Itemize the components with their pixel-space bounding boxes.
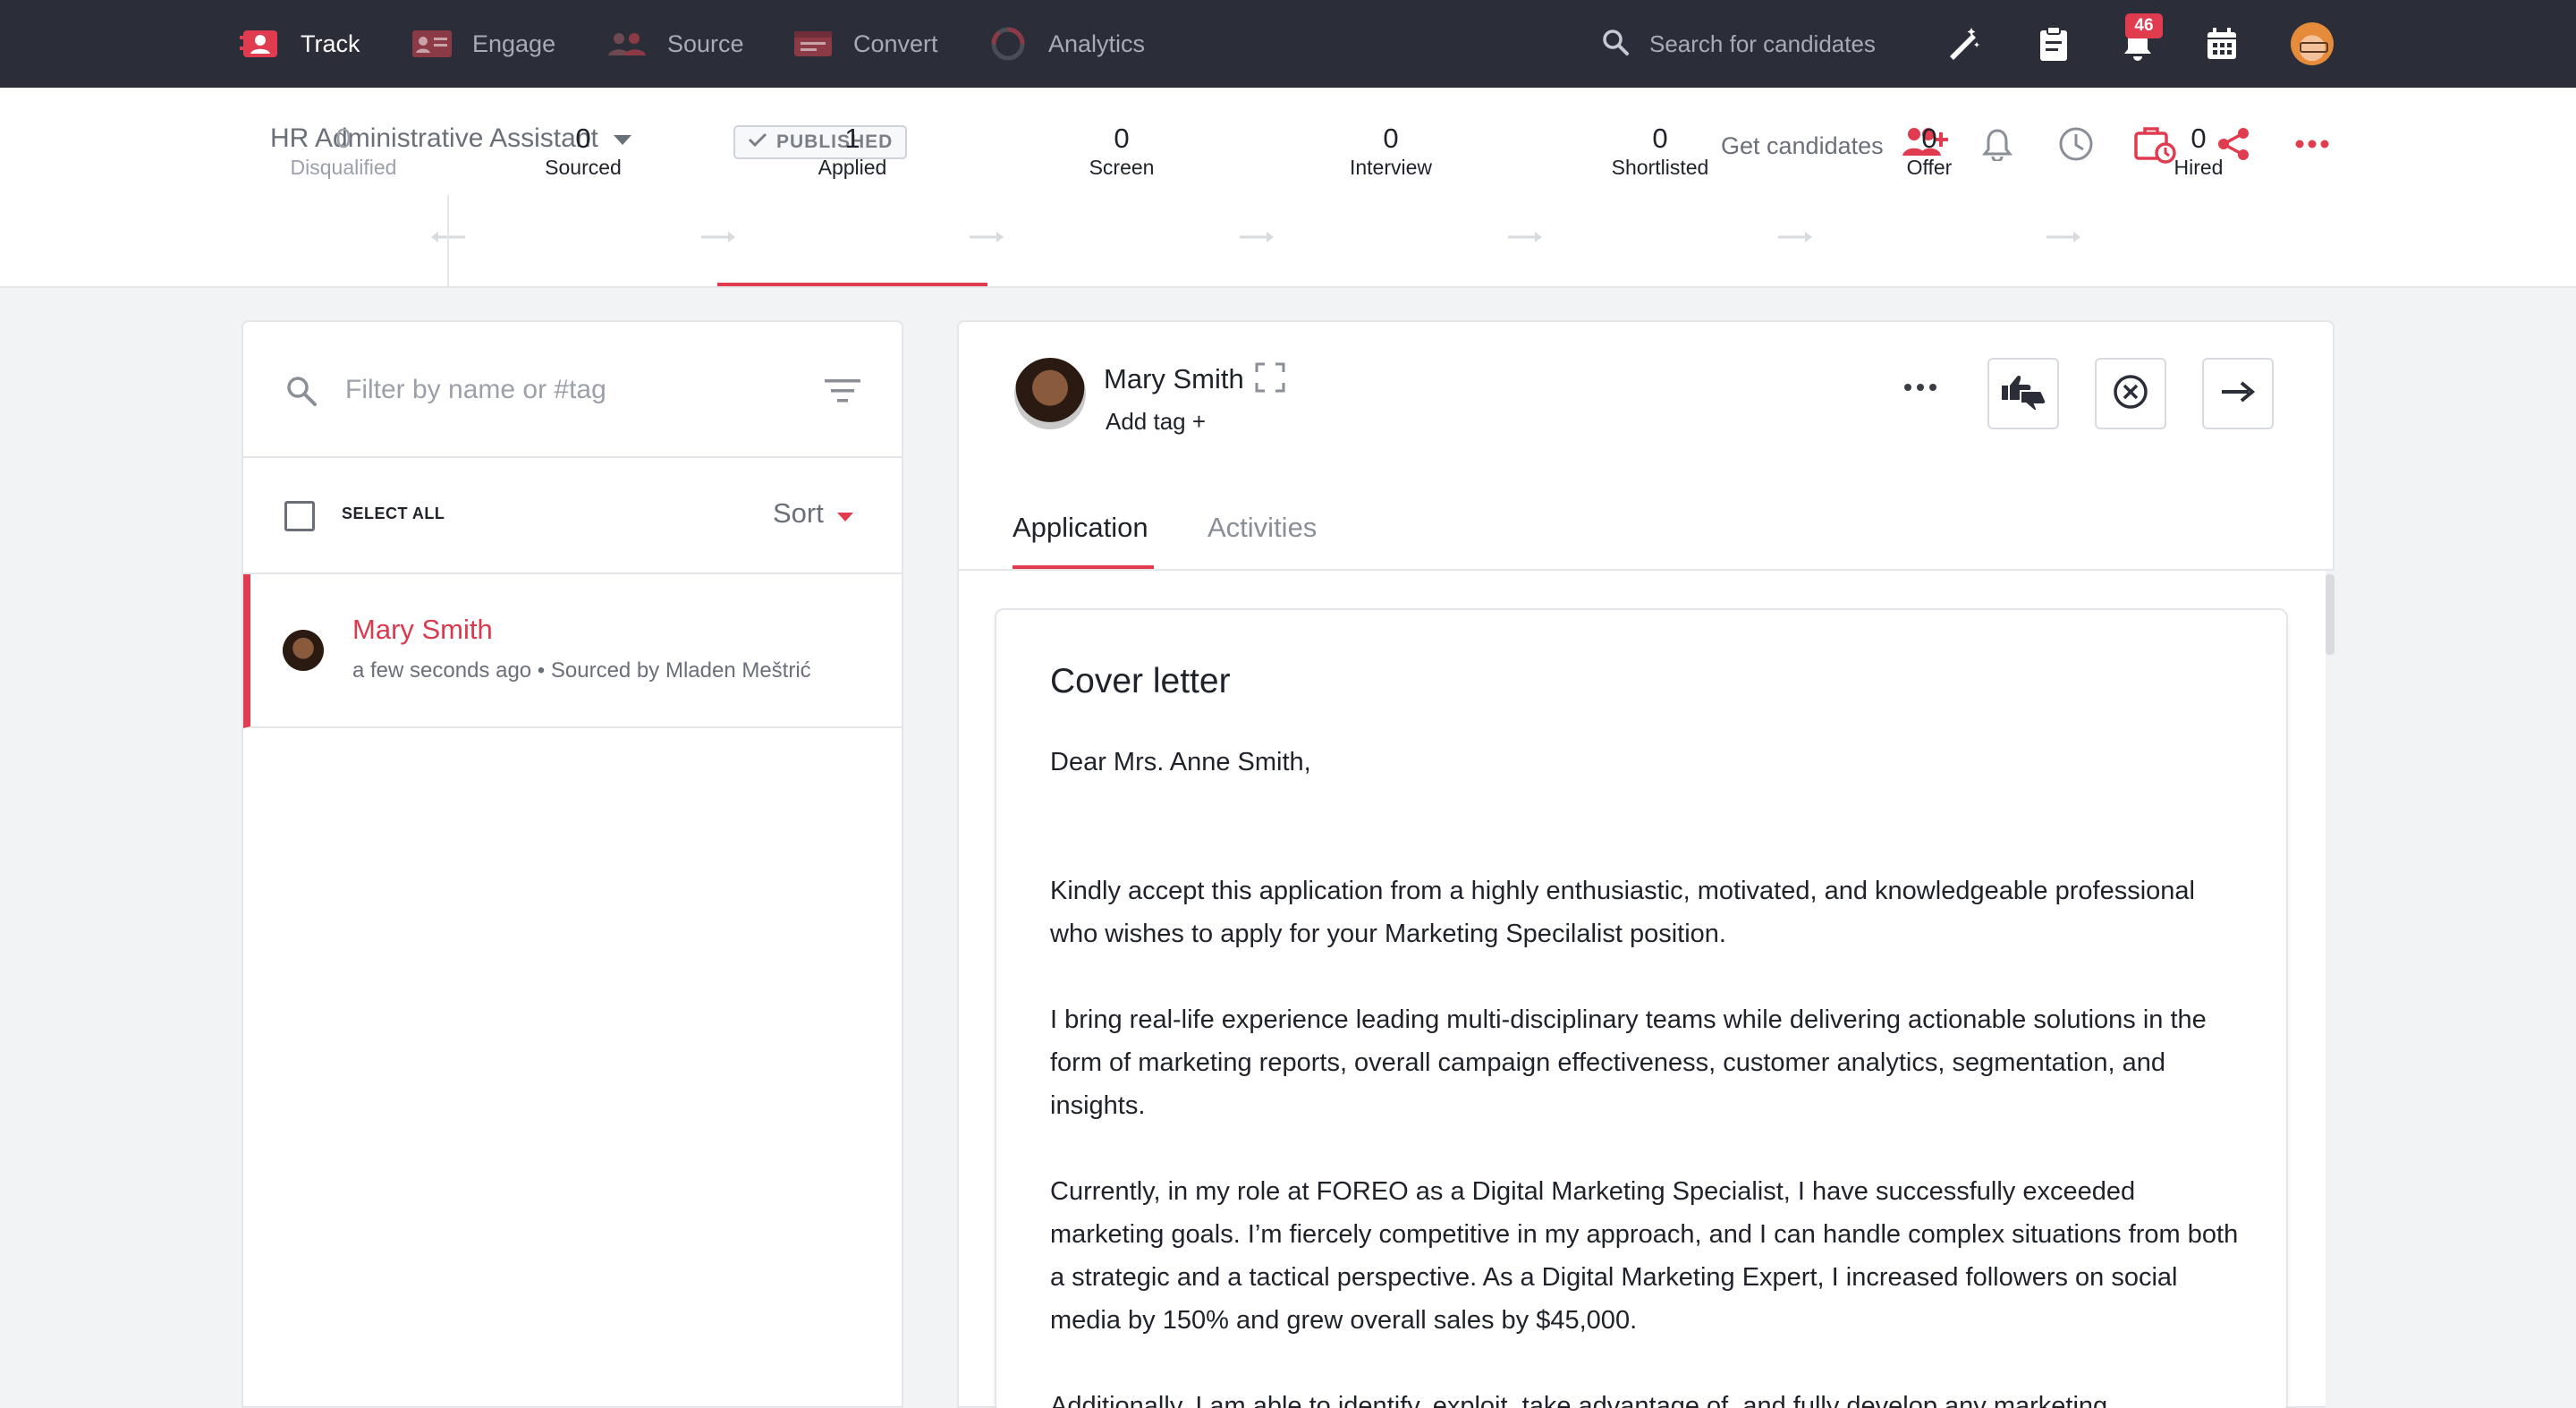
candidate-profile-avatar: [1014, 358, 1086, 429]
stage-label: Sourced: [545, 156, 622, 179]
nav-label-convert: Convert: [853, 30, 938, 57]
stage-disqualified[interactable]: 0 Disqualified: [245, 123, 442, 181]
calendar-icon[interactable]: [2202, 24, 2241, 64]
stage-label: Applied: [818, 156, 887, 179]
cover-letter-card: Cover letter Dear Mrs. Anne Smith, Kindl…: [995, 608, 2288, 1408]
stage-count: 0: [575, 123, 591, 154]
track-icon: [240, 28, 281, 60]
stage-label: Offer: [1906, 156, 1953, 179]
nav-item-track[interactable]: Track: [240, 0, 360, 88]
arrow-right-icon: [1240, 232, 1274, 242]
stage-sourced[interactable]: 0 Sourced: [485, 123, 682, 181]
stage-interview[interactable]: 0 Interview: [1292, 123, 1489, 181]
nav-item-convert[interactable]: Convert: [792, 0, 938, 88]
arrow-right-icon: [970, 232, 1004, 242]
search-icon: [1601, 28, 1630, 61]
stage-label: Shortlisted: [1611, 156, 1709, 179]
stage-hired[interactable]: 0 Hired: [2100, 123, 2297, 181]
clipboard-icon[interactable]: [2034, 24, 2073, 64]
list-item[interactable]: Mary Smith a few seconds ago • Sourced b…: [243, 574, 902, 728]
arrow-right-icon: [1778, 232, 1812, 242]
source-icon: [606, 28, 648, 60]
select-all-checkbox[interactable]: [284, 501, 315, 531]
stage-label: Hired: [2174, 156, 2224, 179]
tab-application[interactable]: Application: [1013, 512, 1148, 544]
candidate-meta: a few seconds ago • Sourced by Mladen Me…: [352, 658, 811, 683]
sort-dropdown[interactable]: Sort: [773, 497, 854, 530]
stage-applied[interactable]: 1 Applied: [754, 123, 951, 181]
arrow-right-icon: [2046, 232, 2080, 242]
more-options-icon[interactable]: [1898, 374, 1943, 401]
arrow-right-icon: [2220, 379, 2256, 409]
scrollbar-thumb[interactable]: [2326, 574, 2334, 655]
stage-count: 0: [1114, 123, 1130, 154]
disqualify-button[interactable]: [2095, 358, 2166, 429]
tab-activities[interactable]: Activities: [1208, 512, 1317, 544]
history-clock-icon[interactable]: [2054, 122, 2098, 166]
expand-icon[interactable]: [1254, 361, 1286, 394]
search-icon: [284, 374, 318, 412]
arrow-right-icon: [1508, 232, 1542, 242]
cover-letter-paragraph: Kindly accept this application from a hi…: [1050, 877, 2195, 948]
nav-item-engage[interactable]: Engage: [411, 0, 555, 88]
candidate-detail-panel: Mary Smith Add tag + Application Activit…: [957, 320, 2334, 1408]
add-tag-button[interactable]: Add tag +: [1106, 408, 1206, 436]
stage-count: 0: [2190, 123, 2207, 154]
stage-label: Interview: [1349, 156, 1433, 179]
stage-shortlisted[interactable]: 0 Shortlisted: [1562, 123, 1758, 181]
nav-item-source[interactable]: Source: [606, 0, 744, 88]
cover-letter-title: Cover letter: [1050, 662, 1231, 700]
filter-input[interactable]: [345, 365, 792, 415]
candidate-name: Mary Smith: [352, 614, 493, 645]
cover-letter-paragraph: Additionally, I am able to identify, exp…: [1050, 1392, 2108, 1408]
thumbs-up-down-icon: [1999, 373, 2047, 415]
stage-count: 0: [1921, 123, 1937, 154]
caret-down-icon: [836, 497, 854, 530]
stage-count: 0: [1383, 123, 1399, 154]
stage-label: Screen: [1089, 156, 1155, 179]
scrollbar-track[interactable]: [2326, 571, 2334, 1408]
stage-label: Disqualified: [290, 156, 397, 179]
candidate-list-panel: SELECT ALL Sort Mary Smith a few seconds…: [242, 320, 903, 1408]
candidate-search: [1601, 0, 1918, 88]
evaluate-button[interactable]: [1987, 358, 2059, 429]
nav-label-track: Track: [301, 30, 360, 57]
engage-icon: [411, 28, 453, 60]
disqualified-divider: [447, 195, 449, 286]
stage-offer[interactable]: 0 Offer: [1831, 123, 2028, 181]
convert-icon: [792, 28, 834, 60]
sort-label: Sort: [773, 497, 824, 529]
cover-letter-paragraph: I bring real-life experience leading mul…: [1050, 1005, 2207, 1120]
stage-count: 0: [1652, 123, 1668, 154]
cover-letter-salutation: Dear Mrs. Anne Smith,: [1050, 748, 1311, 776]
close-circle-icon: [2112, 373, 2149, 415]
stage-count: 1: [844, 123, 860, 154]
filter-options-icon[interactable]: [825, 377, 860, 409]
tabs-divider: [959, 569, 2333, 571]
nav-label-engage: Engage: [472, 30, 556, 57]
analytics-icon: [987, 27, 1029, 61]
stage-screen[interactable]: 0 Screen: [1023, 123, 1220, 181]
cover-letter-paragraph: Currently, in my role at FOREO as a Digi…: [1050, 1177, 2239, 1335]
nav-label-source: Source: [667, 30, 744, 57]
user-avatar[interactable]: [2291, 22, 2334, 65]
cover-letter-body: Dear Mrs. Anne Smith, Kindly accept this…: [1050, 741, 2249, 1408]
select-all-label: SELECT ALL: [342, 505, 445, 522]
move-to-next-stage-button[interactable]: [2202, 358, 2274, 429]
nav-item-analytics[interactable]: Analytics: [987, 0, 1145, 88]
candidate-avatar: [283, 630, 324, 671]
active-stage-indicator: [717, 283, 987, 286]
notification-count-badge: 46: [2125, 13, 2163, 38]
arrow-right-icon: [701, 232, 735, 242]
candidate-search-input[interactable]: [1649, 30, 1918, 58]
magic-pen-icon[interactable]: [1943, 24, 1982, 64]
stage-count: 0: [335, 123, 352, 154]
top-navigation: Track Engage Source Convert Analytics Se…: [0, 0, 2576, 88]
job-header: HR Administrative Assistant PUBLISHED Ge…: [0, 88, 2576, 288]
candidate-profile-name: Mary Smith: [1104, 363, 1244, 394]
filter-bar: [243, 322, 902, 458]
nav-label-analytics: Analytics: [1048, 30, 1146, 57]
select-sort-bar: SELECT ALL Sort: [243, 458, 902, 574]
